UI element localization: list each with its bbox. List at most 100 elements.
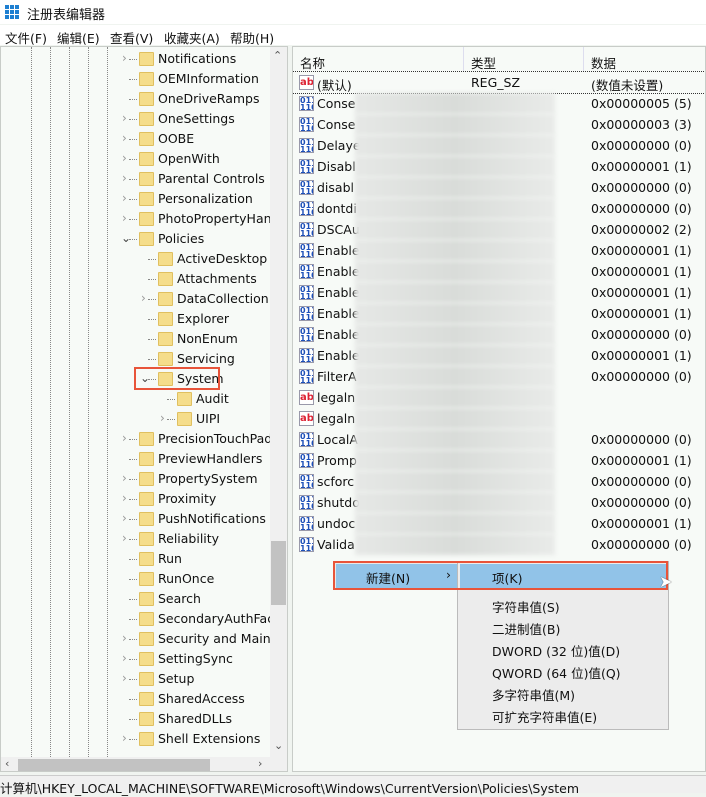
chevron-right-icon[interactable]: ›	[122, 151, 127, 165]
chevron-right-icon[interactable]: ›	[122, 511, 127, 525]
tree-item[interactable]: ActiveDesktop	[1, 249, 269, 269]
tree-item[interactable]: Attachments	[1, 269, 269, 289]
scroll-left-icon[interactable]: ‹	[5, 757, 9, 770]
value-row[interactable]: 011110shutdo 0x00000000 (0)	[293, 492, 705, 513]
tree-item[interactable]: › DataCollection	[1, 289, 269, 309]
redacted-blur	[355, 450, 555, 471]
chevron-right-icon[interactable]: ›	[122, 51, 127, 65]
chevron-right-icon[interactable]: ›	[122, 471, 127, 485]
tree-item[interactable]: › PropertySystem	[1, 469, 269, 489]
tree-item[interactable]: › Security and Mainte	[1, 629, 283, 649]
tree-item[interactable]: Servicing	[1, 349, 269, 369]
tree-item[interactable]: › PushNotifications	[1, 509, 269, 529]
menu-item-string-value[interactable]: 字符串值(S)	[492, 597, 560, 616]
folder-icon	[139, 592, 154, 606]
value-row[interactable]: 011110Enable 0x00000001 (1)	[293, 303, 705, 324]
chevron-right-icon[interactable]: ›	[122, 111, 127, 125]
tree-item[interactable]: NonEnum	[1, 329, 269, 349]
tree-item[interactable]: › OOBE	[1, 129, 269, 149]
chevron-right-icon[interactable]: ›	[160, 411, 165, 425]
value-row[interactable]: ab legaln	[293, 408, 705, 429]
value-row[interactable]: 011110Delaye 0x00000000 (0)	[293, 135, 705, 156]
tree-item[interactable]: › Shell Extensions	[1, 729, 269, 749]
value-row[interactable]: 011110FilterA 0x00000000 (0)	[293, 366, 705, 387]
tree-item[interactable]: › SettingSync	[1, 649, 269, 669]
chevron-right-icon[interactable]: ›	[122, 211, 127, 225]
value-row[interactable]: 011110undoc 0x00000001 (1)	[293, 513, 705, 534]
value-row[interactable]: 011110Enable 0x00000000 (0)	[293, 324, 705, 345]
chevron-right-icon[interactable]: ›	[122, 531, 127, 545]
value-row[interactable]: 011110Valida 0x00000000 (0)	[293, 534, 705, 555]
tree-item[interactable]: RunOnce	[1, 569, 269, 589]
chevron-right-icon[interactable]: ›	[122, 671, 127, 685]
tree-item[interactable]: OEMInformation	[1, 69, 269, 89]
value-row[interactable]: 011110LocalA 0x00000000 (0)	[293, 429, 705, 450]
value-row[interactable]: 011110Enable 0x00000001 (1)	[293, 240, 705, 261]
chevron-right-icon[interactable]: ›	[122, 171, 127, 185]
value-row[interactable]: 011110Enable 0x00000001 (1)	[293, 345, 705, 366]
value-data: 0x00000001 (1)	[591, 348, 692, 363]
tree-item[interactable]: › PrecisionTouchPad	[1, 429, 272, 449]
tree-item[interactable]: OneDriveRamps	[1, 89, 269, 109]
column-header-type[interactable]: 类型	[464, 47, 584, 71]
scroll-up-icon[interactable]: ⌃	[273, 49, 282, 62]
value-row[interactable]: ab legaln	[293, 387, 705, 408]
tree-scroll-thumb[interactable]	[271, 541, 286, 605]
tree-item[interactable]: › OpenWith	[1, 149, 269, 169]
value-row[interactable]: 011110disabl 0x00000000 (0)	[293, 177, 705, 198]
menu-item-dword-value[interactable]: DWORD (32 位)值(D)	[492, 641, 620, 660]
menu-item-binary-value[interactable]: 二进制值(B)	[492, 619, 560, 638]
value-row[interactable]: 011110Conse 0x00000005 (5)	[293, 93, 705, 114]
tree-item[interactable]: › Proximity	[1, 489, 269, 509]
chevron-right-icon[interactable]: ›	[122, 191, 127, 205]
tree-hscroll-thumb[interactable]	[18, 759, 210, 771]
chevron-right-icon[interactable]: ›	[122, 631, 127, 645]
tree-item[interactable]: › UIPI	[1, 409, 269, 429]
tree-item[interactable]: SharedDLLs	[1, 709, 269, 729]
menu-item-multi-string-value[interactable]: 多字符串值(M)	[492, 685, 575, 704]
chevron-right-icon[interactable]: ›	[122, 131, 127, 145]
chevron-right-icon[interactable]: ›	[122, 651, 127, 665]
tree-item[interactable]: Run	[1, 549, 269, 569]
chevron-right-icon[interactable]: ›	[122, 731, 127, 745]
tree-item[interactable]: › Notifications	[1, 49, 269, 69]
value-row[interactable]: ab (默认) REG_SZ (数值未设置)	[293, 71, 705, 94]
tree-item[interactable]: › Parental Controls	[1, 169, 269, 189]
value-row[interactable]: 011110Enable 0x00000001 (1)	[293, 261, 705, 282]
value-row[interactable]: 011110Disabl 0x00000001 (1)	[293, 156, 705, 177]
tree-item[interactable]: › Personalization	[1, 189, 269, 209]
tree-item[interactable]: Search	[1, 589, 269, 609]
menu-edit[interactable]: 编辑(E)	[57, 28, 100, 47]
value-row[interactable]: 011110Conse 0x00000003 (3)	[293, 114, 705, 135]
menu-file[interactable]: 文件(F)	[5, 28, 47, 47]
value-row[interactable]: 011110DSCAu 0x00000002 (2)	[293, 219, 705, 240]
tree-item[interactable]: › Setup	[1, 669, 269, 689]
tree-item[interactable]: ⌄ Policies	[1, 229, 269, 249]
menu-view[interactable]: 查看(V)	[110, 28, 153, 47]
value-row[interactable]: 011110dontdi 0x00000000 (0)	[293, 198, 705, 219]
column-header-data[interactable]: 数据	[584, 47, 705, 71]
column-header-name[interactable]: 名称	[293, 47, 464, 71]
tree-vertical-scrollbar[interactable]	[270, 47, 287, 757]
tree-item[interactable]: PreviewHandlers	[1, 449, 269, 469]
chevron-right-icon[interactable]: ›	[141, 291, 146, 305]
menu-favorites[interactable]: 收藏夹(A)	[164, 28, 220, 47]
chevron-right-icon[interactable]: ›	[122, 491, 127, 505]
menu-help[interactable]: 帮助(H)	[230, 28, 274, 47]
tree-item[interactable]: › OneSettings	[1, 109, 269, 129]
tree-item[interactable]: › PhotoPropertyHand	[1, 209, 279, 229]
tree-item[interactable]: Audit	[1, 389, 269, 409]
tree-item[interactable]: SharedAccess	[1, 689, 269, 709]
value-row[interactable]: 011110Promp 0x00000001 (1)	[293, 450, 705, 471]
value-row[interactable]: 011110scforc 0x00000000 (0)	[293, 471, 705, 492]
tree-item[interactable]: Explorer	[1, 309, 269, 329]
scroll-right-icon[interactable]: ›	[258, 757, 262, 770]
chevron-right-icon[interactable]: ›	[122, 431, 127, 445]
scroll-down-icon[interactable]: ⌄	[274, 739, 283, 752]
menu-item-qword-value[interactable]: QWORD (64 位)值(Q)	[492, 663, 621, 682]
value-row[interactable]: 011110Enable 0x00000001 (1)	[293, 282, 705, 303]
tree-item[interactable]: › Reliability	[1, 529, 269, 549]
menu-item-expandable-string-value[interactable]: 可扩充字符串值(E)	[492, 707, 597, 726]
chevron-down-icon[interactable]: ⌄	[121, 231, 131, 245]
tree-item[interactable]: SecondaryAuthFacto	[1, 609, 287, 629]
